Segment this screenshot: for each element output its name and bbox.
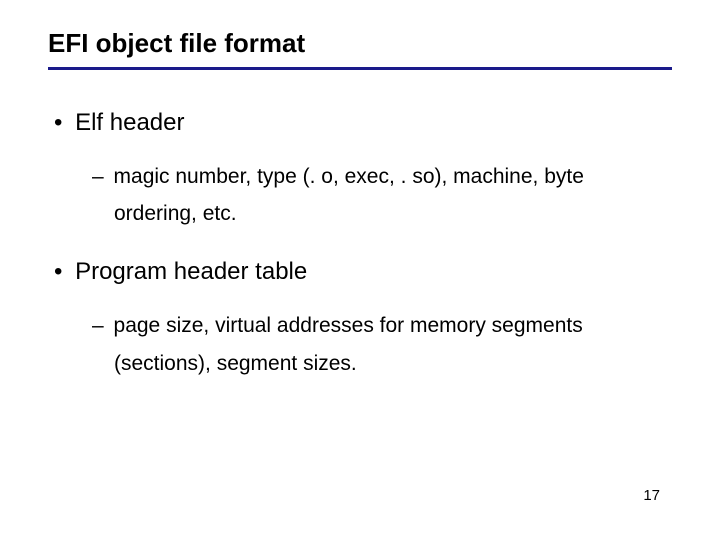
list-item: Elf header bbox=[48, 106, 672, 140]
sub-list-item: page size, virtual addresses for memory … bbox=[92, 307, 672, 383]
title-underline bbox=[48, 67, 672, 70]
page-number: 17 bbox=[643, 487, 660, 504]
content-list: Elf header magic number, type (. o, exec… bbox=[48, 106, 672, 382]
list-item: Program header table bbox=[48, 255, 672, 289]
sub-list-item: magic number, type (. o, exec, . so), ma… bbox=[92, 158, 672, 234]
slide-title: EFI object file format bbox=[48, 28, 672, 59]
